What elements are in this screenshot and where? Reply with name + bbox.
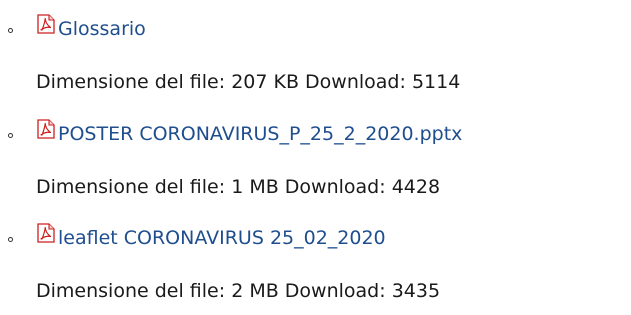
file-size-label: Dimensione del file: (36, 71, 226, 93)
downloads-label: Download: (284, 280, 386, 302)
downloads-label: Download: (305, 71, 406, 93)
file-size-label: Dimensione del file: (36, 176, 226, 198)
file-size-value: 1 MB (231, 176, 279, 198)
pdf-file-icon (37, 14, 55, 34)
downloads-value: 3435 (391, 280, 441, 302)
bullet-icon (8, 133, 13, 138)
pdf-file-icon (37, 119, 55, 139)
list-item: POSTER CORONAVIRUS_P_25_2_2020.pptx Dime… (0, 111, 631, 211)
downloads-label: Download: (284, 176, 386, 198)
file-size-label: Dimensione del file: (36, 280, 226, 302)
file-list: Glossario Dimensione del file: 207 KB Do… (0, 0, 631, 309)
file-size-value: 207 KB (231, 71, 299, 93)
file-size-value: 2 MB (231, 280, 279, 302)
bullet-icon (8, 28, 13, 33)
downloads-value: 5114 (411, 71, 461, 93)
file-link-poster-coronavirus[interactable]: POSTER CORONAVIRUS_P_25_2_2020.pptx (58, 122, 462, 146)
bullet-icon (8, 237, 13, 242)
file-meta: Dimensione del file: 1 MB Download: 4428 (36, 175, 440, 199)
list-item: Glossario Dimensione del file: 207 KB Do… (0, 6, 631, 106)
list-item: leaflet CORONAVIRUS 25_02_2020 Dimension… (0, 215, 631, 315)
pdf-file-icon (37, 223, 55, 243)
file-link-glossario[interactable]: Glossario (58, 17, 146, 41)
file-meta: Dimensione del file: 207 KB Download: 51… (36, 70, 460, 94)
file-link-leaflet-coronavirus[interactable]: leaflet CORONAVIRUS 25_02_2020 (58, 226, 386, 250)
downloads-value: 4428 (391, 176, 441, 198)
file-meta: Dimensione del file: 2 MB Download: 3435 (36, 279, 440, 303)
